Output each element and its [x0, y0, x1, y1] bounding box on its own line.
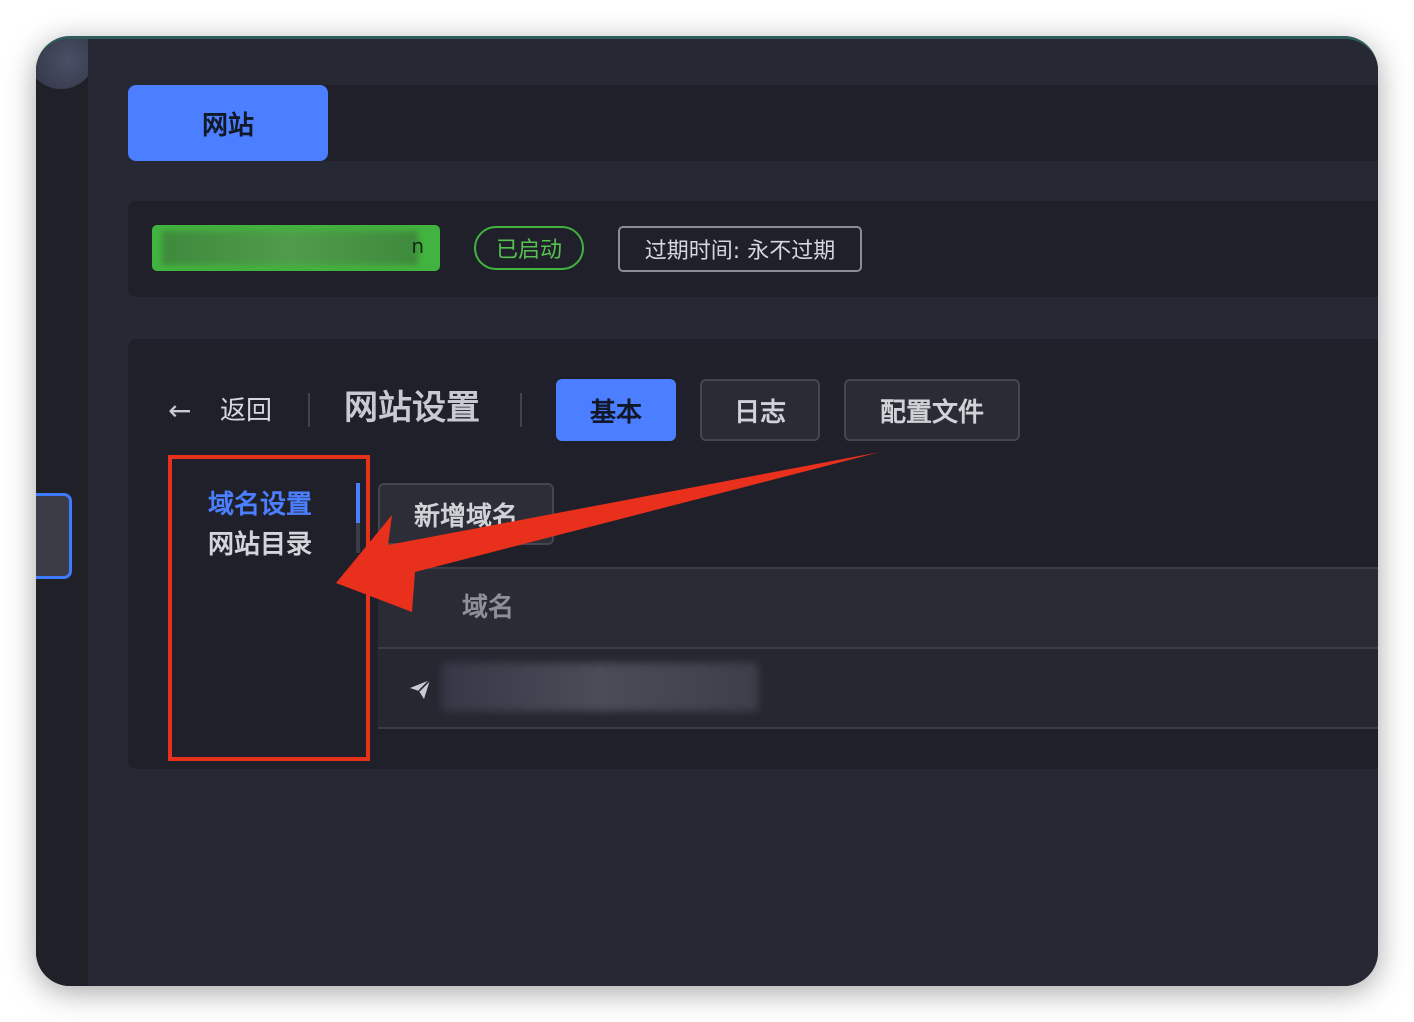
- side-menu-site-directory[interactable]: 网站目录: [208, 525, 360, 565]
- site-info-bar: n 已启动 过期时间: 永不过期: [128, 201, 1378, 297]
- main-content: 网站 n 已启动 过期时间: 永不过期 ← 返回 网站设置 基本 日志 配置文件…: [88, 39, 1378, 986]
- domain-table: 域名: [378, 567, 1378, 729]
- site-name-tag[interactable]: n: [152, 225, 440, 271]
- tab-basic[interactable]: 基本: [556, 379, 676, 441]
- column-domain: 域名: [462, 593, 515, 623]
- settings-side-menu: 域名设置 网站目录: [208, 485, 360, 565]
- rail-avatar: [36, 39, 96, 89]
- table-header: 域名: [378, 567, 1378, 649]
- add-domain-button[interactable]: 新增域名: [378, 483, 554, 545]
- domain-value-redacted: [442, 663, 758, 711]
- site-settings-panel: ← 返回 网站设置 基本 日志 配置文件 域名设置 网站目录 新增域名 域名: [128, 339, 1378, 769]
- top-tab-bar: 网站: [128, 85, 1378, 161]
- site-name-text: n: [411, 234, 424, 258]
- status-badge: 已启动: [474, 226, 584, 270]
- divider: [520, 393, 522, 427]
- table-row[interactable]: [378, 649, 1378, 729]
- arrow-left-icon[interactable]: ←: [168, 393, 191, 429]
- site-name-redacted: [162, 231, 418, 265]
- side-menu-domain-settings[interactable]: 域名设置: [208, 485, 360, 525]
- left-rail: [36, 39, 96, 986]
- page-title: 网站设置: [344, 388, 480, 428]
- side-menu-active-indicator: [356, 483, 360, 523]
- tab-site[interactable]: 网站: [128, 85, 328, 161]
- app-window: 网站 n 已启动 过期时间: 永不过期 ← 返回 网站设置 基本 日志 配置文件…: [36, 36, 1378, 986]
- expiry-badge: 过期时间: 永不过期: [618, 226, 862, 272]
- paper-plane-icon[interactable]: [408, 677, 432, 701]
- tab-config-file[interactable]: 配置文件: [844, 379, 1020, 441]
- rail-active-item[interactable]: [36, 493, 72, 579]
- tab-log[interactable]: 日志: [700, 379, 820, 441]
- back-button[interactable]: 返回: [220, 393, 272, 429]
- divider: [308, 393, 310, 427]
